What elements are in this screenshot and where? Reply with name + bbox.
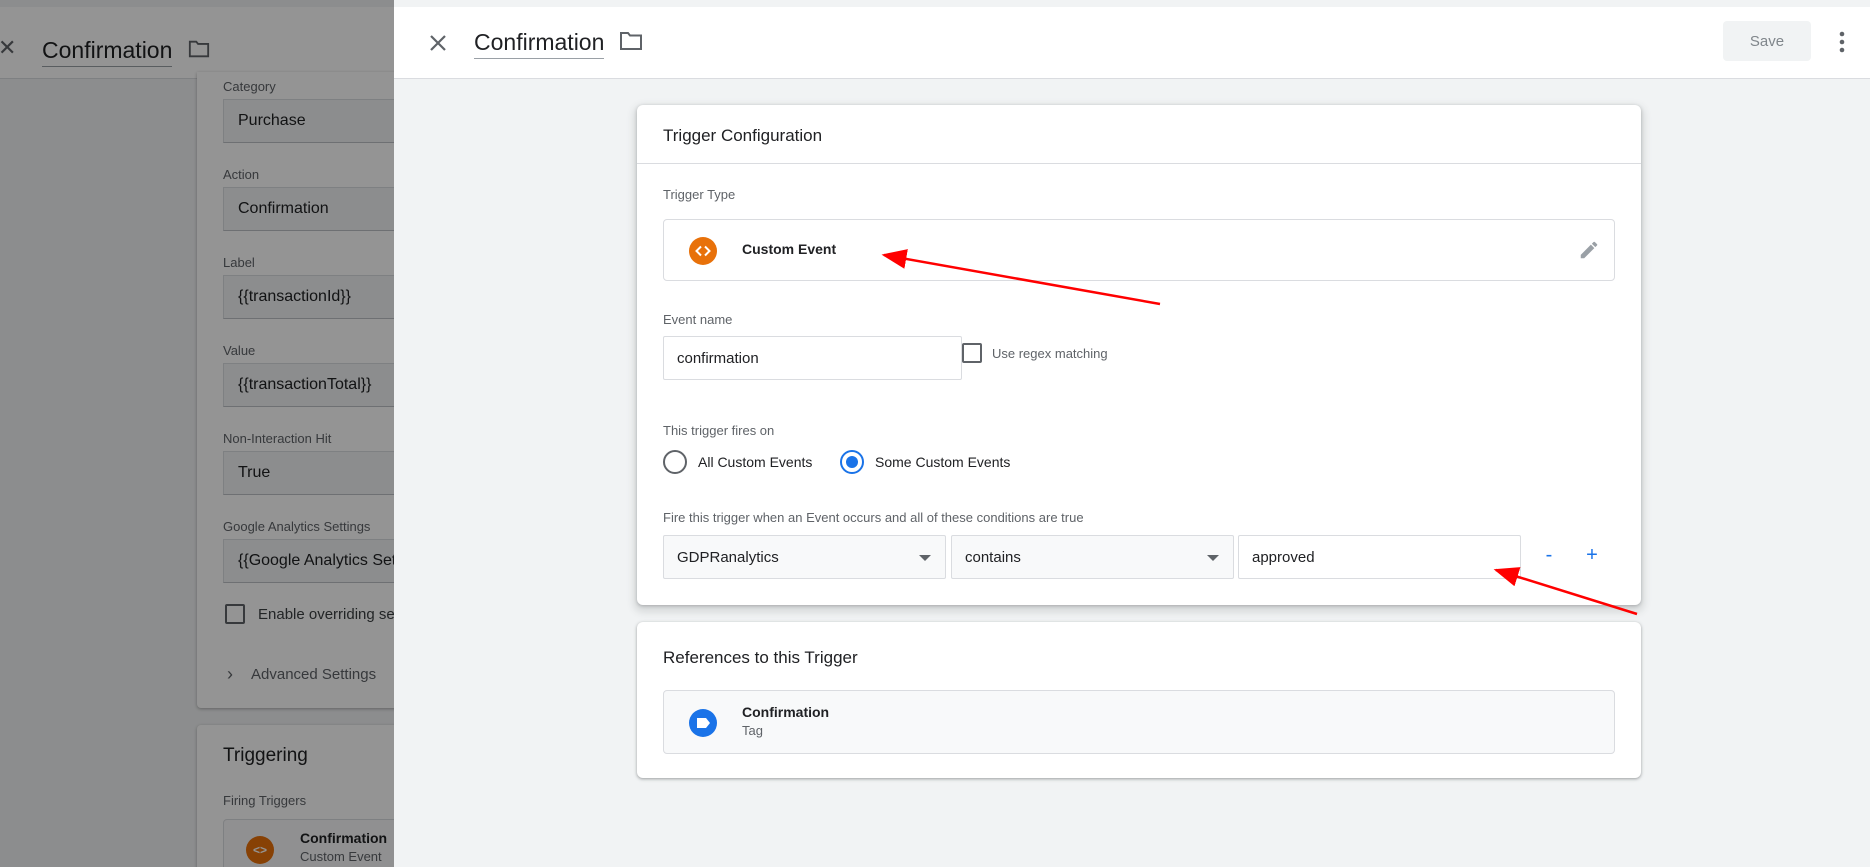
close-button[interactable] [422,27,454,59]
custom-event-icon [689,237,717,265]
radio-checked-icon [840,450,864,474]
save-button[interactable]: Save [1723,21,1811,61]
dropdown-arrow-icon [1207,555,1219,561]
folder-icon [620,32,642,50]
condition-label: Fire this trigger when an Event occurs a… [663,510,1084,525]
reference-tag-type: Tag [742,723,763,738]
folder-button[interactable] [619,30,643,57]
reference-tag-name: Confirmation [742,704,830,720]
add-condition-button[interactable]: + [1579,543,1605,569]
trigger-type-label: Trigger Type [663,187,736,202]
references-title: References to this Trigger [663,648,858,667]
radio-some-custom-events[interactable]: Some Custom Events [840,450,1010,474]
tag-icon [689,709,717,737]
event-name-input[interactable] [663,336,962,380]
more-vert-icon [1839,31,1845,53]
card-title: Trigger Configuration [663,126,823,145]
more-options-button[interactable] [1832,25,1852,59]
regex-matching-checkbox[interactable]: Use regex matching [962,343,1108,363]
edit-pencil-icon[interactable] [1578,239,1600,266]
trigger-editor-sheet: Confirmation Save Trigger Configuration … [394,7,1870,867]
sheet-header: Confirmation Save [394,7,1870,79]
trigger-type-name: Custom Event [742,241,837,257]
condition-operator-select[interactable]: contains [951,535,1234,579]
reference-tag-item[interactable]: Confirmation Tag [663,690,1615,754]
references-card: References to this Trigger Confirmation … [637,622,1641,778]
radio-all-custom-events[interactable]: All Custom Events [663,450,812,474]
radio-unchecked-icon [663,450,687,474]
trigger-configuration-card: Trigger Configuration Trigger Type Custo… [637,105,1641,605]
fires-on-label: This trigger fires on [663,423,775,438]
trigger-type-selector[interactable]: Custom Event [663,219,1615,281]
trigger-name-title[interactable]: Confirmation [474,29,605,59]
checkbox-icon [962,343,982,363]
close-icon [430,35,446,51]
remove-condition-button[interactable]: - [1536,543,1562,569]
background-scrim [0,0,394,867]
condition-value-input[interactable] [1238,535,1521,579]
divider [637,163,1641,164]
condition-variable-select[interactable]: GDPRanalytics [663,535,946,579]
dropdown-arrow-icon [919,555,931,561]
event-name-label: Event name [663,312,733,327]
